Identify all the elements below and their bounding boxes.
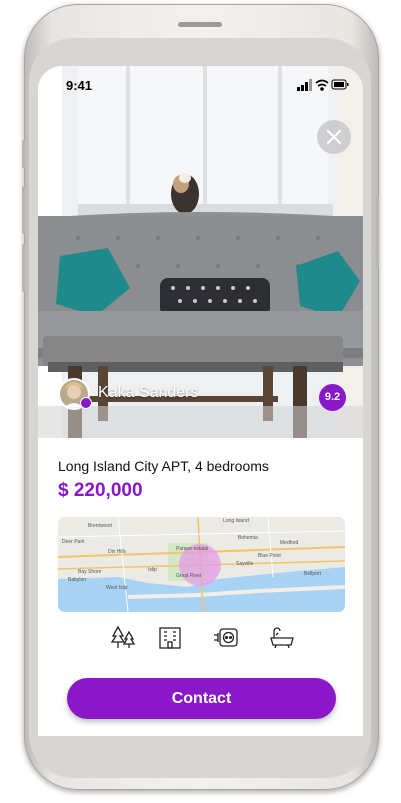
amenities-row — [104, 624, 304, 654]
map-canvas: Brentwood Long Island Deer Park Parque esta… — [58, 517, 345, 612]
listing-price: $ 220,000 — [58, 480, 143, 501]
power-outlet-icon — [212, 624, 240, 652]
listing-title: Long Island City APT, 4 bedrooms — [58, 458, 269, 474]
phone-volume-down — [22, 244, 25, 292]
signal-icon — [297, 79, 312, 91]
map-label: Parque estatal — [176, 546, 208, 552]
building-icon — [156, 624, 184, 652]
close-icon — [326, 129, 342, 145]
map-label: Bellport — [304, 571, 322, 577]
map-label: Long Island — [223, 518, 249, 524]
map-label: Blue Point — [258, 553, 281, 559]
status-bar: 9:41 — [38, 66, 363, 106]
app-screen: 9:41 Kaka Sanders 9.2 Long Island City A… — [38, 66, 363, 736]
map-label: Babylon — [68, 577, 86, 583]
location-map[interactable]: Brentwood Long Island Deer Park Parque esta… — [58, 517, 345, 612]
bathtub-icon — [268, 624, 296, 652]
listing-photo: 9:41 Kaka Sanders 9.2 — [38, 66, 363, 438]
map-label: Sayville — [236, 561, 253, 567]
phone-speaker — [178, 22, 222, 27]
map-label: West Islip — [106, 585, 128, 591]
map-label: Medford — [280, 540, 299, 546]
agent-name: Kaka Sanders — [98, 384, 199, 401]
living-room-photo — [38, 66, 363, 438]
map-label: Islip — [148, 567, 157, 573]
phone-power-button — [376, 196, 379, 268]
status-icons — [297, 78, 349, 91]
online-status-dot — [80, 397, 92, 409]
phone-side-button — [22, 140, 25, 168]
phone-volume-up — [22, 186, 25, 234]
wifi-icon — [315, 79, 329, 91]
map-label: Bohemia — [238, 535, 258, 541]
map-label: Deer Park — [62, 539, 85, 545]
status-time: 9:41 — [66, 78, 93, 93]
close-button[interactable] — [317, 120, 351, 154]
trees-icon — [109, 624, 137, 652]
contact-button[interactable]: Contact — [67, 678, 336, 719]
rating-badge: 9.2 — [319, 384, 346, 411]
map-label: Brentwood — [88, 523, 112, 529]
battery-icon — [331, 79, 349, 90]
map-label: Dix Hills — [108, 549, 127, 555]
map-label: Bay Shore — [78, 569, 102, 575]
map-label: Great River — [176, 573, 202, 579]
